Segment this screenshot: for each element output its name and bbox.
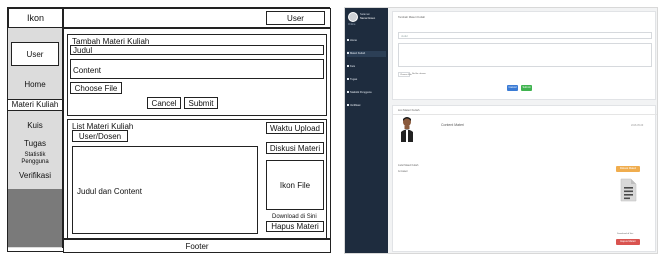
wf-nav-materi-kuliah[interactable]: Materi Kuliah [8, 99, 62, 111]
sidebar-item-verifikasi[interactable]: Verifikasi [347, 103, 386, 109]
wf-waktu-upload: Waktu Upload [266, 122, 324, 134]
content-materi-label: Content Materi [441, 123, 464, 127]
book-icon [347, 52, 349, 55]
submit-label: Submit [522, 86, 531, 89]
materi-list-panel: List Materi Kuliah Content Materi 2018-0… [392, 105, 657, 252]
sidebar-item-statistik[interactable]: Statistik Pengguna [347, 90, 386, 96]
download-link[interactable]: Download di Sini [617, 233, 633, 236]
sidebar-greeting: Selamat [360, 13, 370, 16]
home-icon [347, 39, 349, 42]
wf-choose-file-button[interactable]: Choose File [70, 82, 122, 94]
choose-file-label: Choose File [400, 74, 412, 76]
wf-judul-content-label: Judul dan Content [77, 187, 142, 196]
implementation-screenshot: Selamat Nama Dosen Online Home Materi Ku… [344, 7, 658, 254]
wf-materi-list: List Materi Kuliah User/Dosen Judul dan … [67, 119, 327, 239]
wf-file-icon: Ikon File [266, 160, 324, 210]
sidebar-item-label: Materi Kuliah [350, 52, 366, 55]
avatar [348, 12, 358, 22]
wf-hapus-label: Hapus Materi [271, 222, 319, 231]
wf-content-label: Content [73, 66, 102, 75]
wf-hapus-button[interactable]: Hapus Materi [266, 221, 324, 232]
sidebar-item-label: Tugas [350, 78, 358, 81]
wf-judul-input[interactable]: Judul [70, 45, 324, 55]
sidebar-item-kuis[interactable]: Kuis [347, 64, 386, 70]
wf-logo-label: Ikon [26, 13, 44, 23]
sidebar-item-label: Kuis [350, 65, 356, 68]
diskusi-button[interactable]: Diskusi Materi [616, 166, 640, 172]
wf-waktu-upload-label: Waktu Upload [270, 123, 320, 133]
submit-button[interactable]: Submit [521, 85, 532, 91]
add-materi-panel: Tambah Materi Kuliah Judul Choose File N… [392, 11, 656, 100]
check-icon [347, 65, 349, 68]
dosen-photo [401, 117, 413, 142]
wf-sidebar-user-label: User [26, 49, 44, 59]
wf-user-dosen: User/Dosen [72, 130, 128, 142]
diskusi-label: Diskusi Materi [619, 167, 637, 170]
wf-content-input[interactable]: Content [70, 59, 324, 79]
list-divider [393, 114, 657, 115]
wf-footer-label: Footer [185, 241, 209, 251]
wf-footer: Footer [63, 239, 331, 253]
sidebar-item-label: Statistik Pengguna [350, 91, 372, 94]
upload-date: 2018-05-09 [631, 124, 644, 127]
wf-nav-statistik[interactable]: Statistik Pengguna [8, 152, 62, 166]
cancel-button[interactable]: Cancel [507, 85, 518, 91]
wf-submit-label: Submit [188, 98, 214, 108]
wireframe-mockup: Ikon User User Home Materi Kuliah Kuis T… [7, 7, 331, 253]
hapus-button[interactable]: Hapus Materi [616, 239, 640, 245]
wf-diskusi-label: Diskusi Materi [269, 143, 321, 153]
judul-materi-text: Judul Materi Kuliah [398, 164, 419, 167]
hapus-label: Hapus Materi [620, 240, 636, 243]
wf-choose-file-label: Choose File [74, 83, 118, 93]
sidebar-item-home[interactable]: Home [347, 38, 386, 44]
wf-cancel-label: Cancel [151, 98, 177, 108]
wf-judul-label: Judul [73, 46, 93, 55]
sidebar: Selamat Nama Dosen Online Home Materi Ku… [345, 8, 388, 253]
wf-submit-button[interactable]: Submit [184, 97, 218, 109]
sidebar-item-materi[interactable]: Materi Kuliah [347, 51, 386, 57]
wf-nav-tugas[interactable]: Tugas [8, 139, 62, 148]
content-textarea[interactable] [398, 43, 652, 67]
shield-icon [347, 104, 349, 107]
wf-nav-verifikasi[interactable]: Verifikasi [8, 171, 62, 180]
sidebar-item-label: Home [350, 39, 357, 42]
sidebar-item-label: Verifikasi [350, 104, 361, 107]
form-title: Tambah Materi Kuliah [398, 15, 426, 19]
sidebar-item-tugas[interactable]: Tugas [347, 77, 386, 83]
choose-file-button[interactable]: Choose File [398, 72, 412, 77]
wf-cancel-button[interactable]: Cancel [147, 97, 181, 109]
sidebar-status: Online [348, 23, 356, 26]
wf-user-menu-label: User [287, 13, 304, 23]
sidebar-username: Nama Dosen [360, 17, 376, 20]
pencil-icon [347, 78, 349, 81]
wf-nav-home[interactable]: Home [8, 80, 62, 89]
judul-input[interactable]: Judul [398, 32, 652, 39]
wf-nav-kuis[interactable]: Kuis [8, 121, 62, 130]
wf-file-icon-label: Ikon File [279, 180, 311, 190]
wf-user-dosen-label: User/Dosen [78, 131, 122, 141]
no-file-text: No file chosen [412, 73, 426, 75]
wf-sidebar-filler [8, 189, 62, 247]
content-text: Isi materi [398, 170, 408, 173]
list-title: List Materi Kuliah [398, 108, 420, 112]
wf-sidebar: User Home Materi Kuliah Kuis Tugas Stati… [8, 28, 63, 248]
file-icon [620, 178, 637, 202]
wf-diskusi-button[interactable]: Diskusi Materi [266, 142, 324, 154]
judul-placeholder: Judul [401, 34, 408, 38]
wf-user-menu-button[interactable]: User [266, 11, 325, 25]
cancel-label: Cancel [508, 86, 517, 89]
wf-add-materi-form: Tambah Materi Kuliah Judul Content Choos… [67, 34, 327, 116]
wf-judul-content-area: Judul dan Content [72, 146, 258, 234]
wf-logo-icon: Ikon [8, 8, 63, 28]
chart-icon [347, 91, 349, 94]
wf-sidebar-user[interactable]: User [11, 42, 59, 66]
